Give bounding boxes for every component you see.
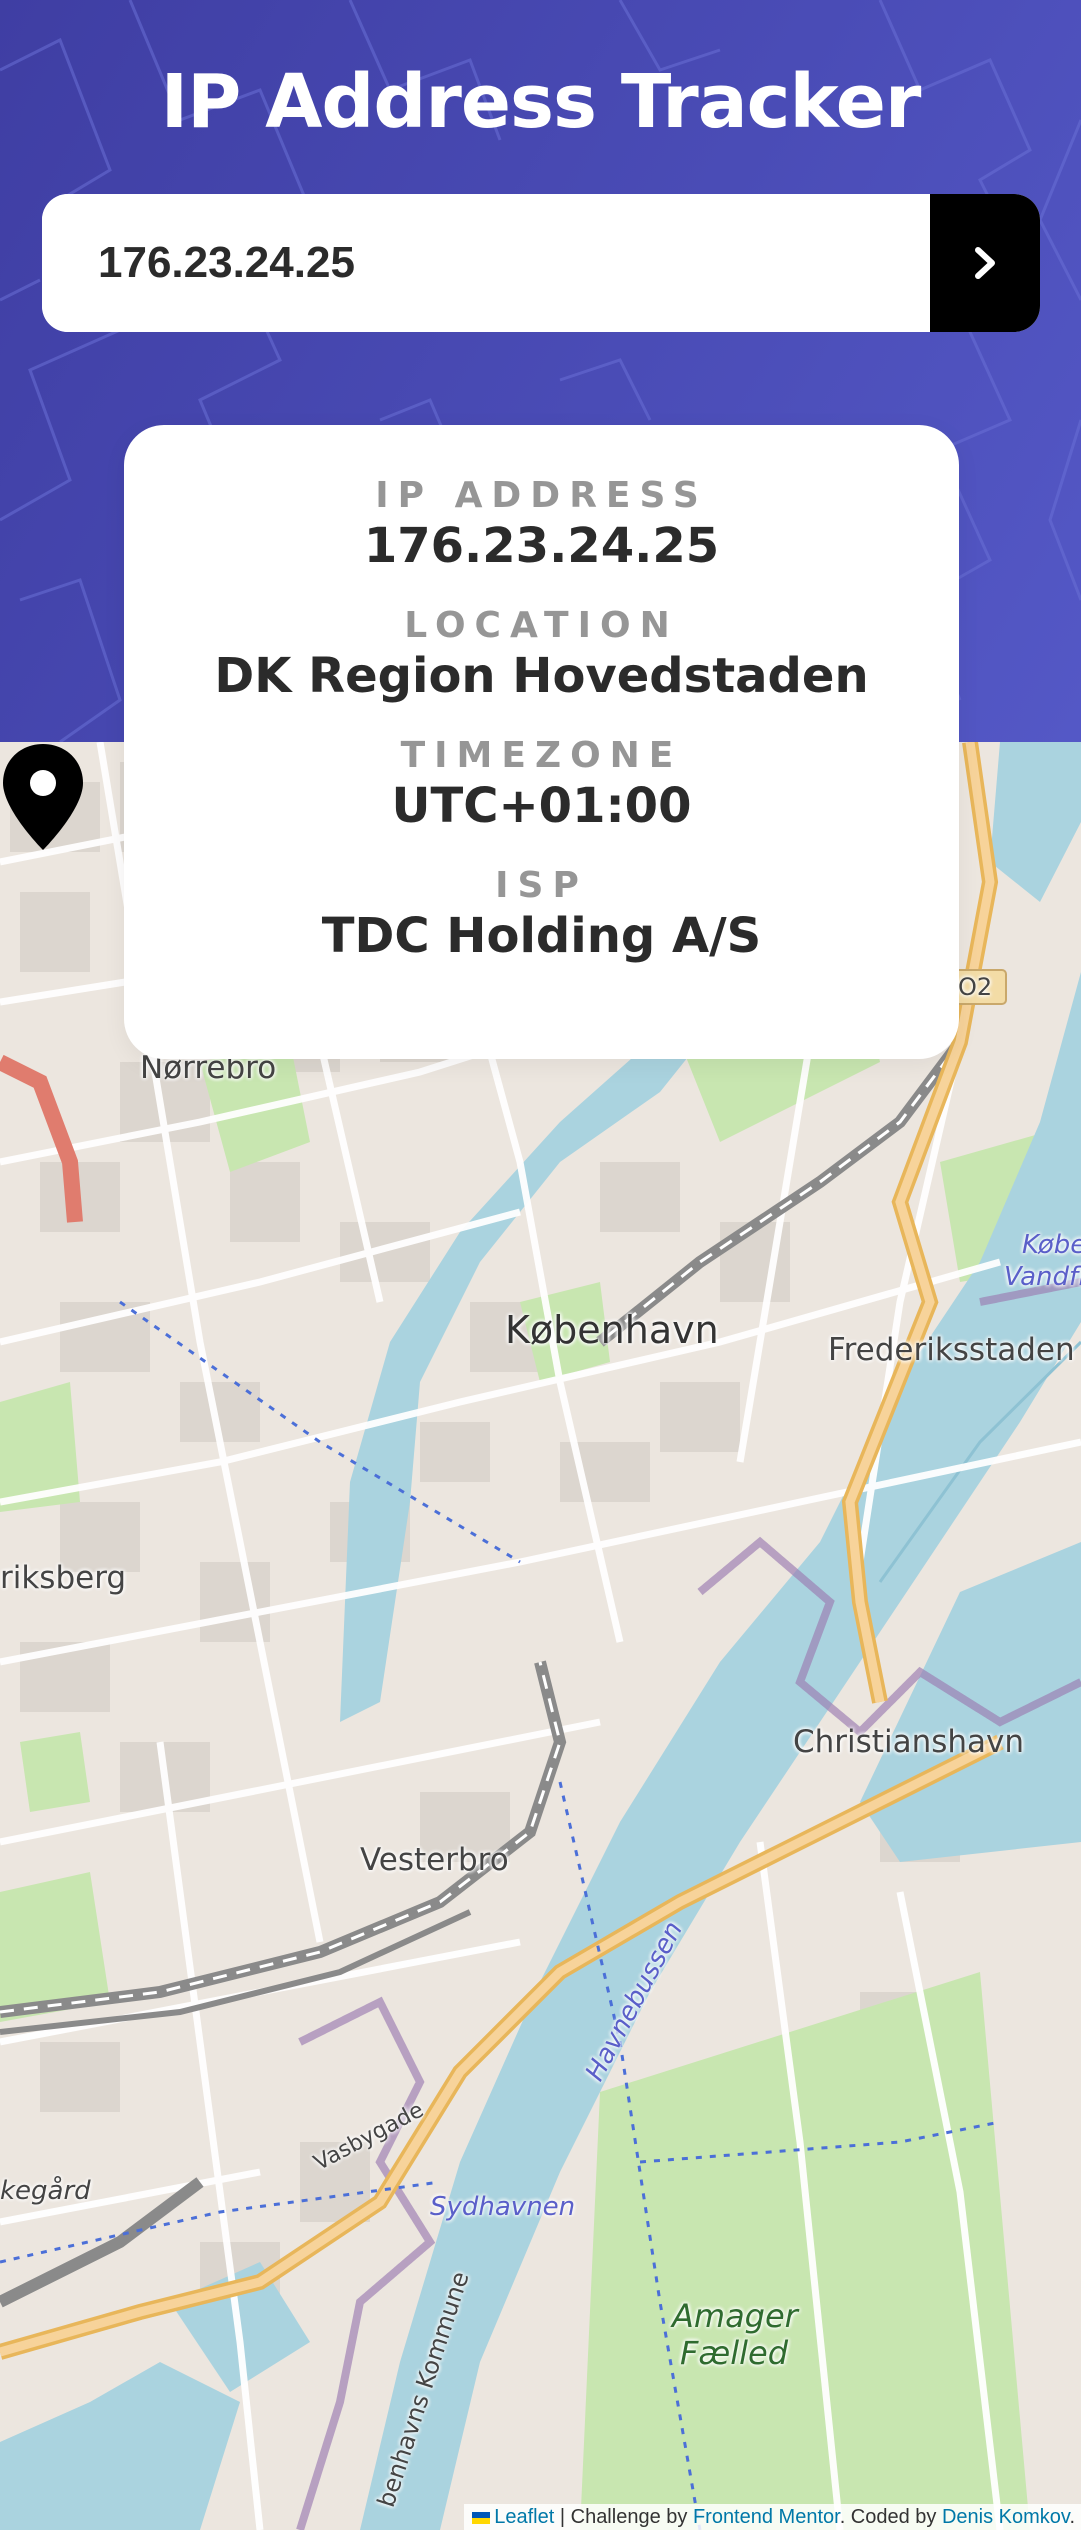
page-title: IP Address Tracker [160, 59, 922, 145]
attribution-end: . [1069, 2506, 1075, 2528]
submit-button[interactable] [930, 194, 1040, 332]
search-bar [42, 194, 1040, 332]
info-location: LOCATION DK Region Hovedstaden [124, 605, 959, 735]
location-label: LOCATION [404, 605, 679, 646]
info-ip-address: IP ADDRESS 176.23.24.25 [124, 475, 959, 605]
app: IP Address Tracker IP ADDRESS 176.23.24.… [0, 0, 1081, 2530]
map-label-kobe: Købe [1022, 1230, 1081, 1260]
ip-address-value: 176.23.24.25 [363, 518, 720, 574]
isp-label: ISP [495, 865, 588, 906]
map-road-badge-label: O2 [958, 973, 993, 1001]
location-value: DK Region Hovedstaden [214, 648, 869, 704]
map-label-kegaard: kegård [0, 2176, 91, 2206]
ip-address-label: IP ADDRESS [375, 475, 708, 516]
map-label-kobenhavn: København [505, 1308, 719, 1352]
isp-value: TDC Holding A/S [321, 908, 762, 964]
map-label-amager: Amager [672, 2297, 798, 2335]
map-label-frederiksberg: riksberg [0, 1560, 127, 1596]
map-label-vandfl: Vandfl [1004, 1262, 1081, 1292]
ip-search-input[interactable] [42, 194, 930, 332]
info-timezone: TIMEZONE UTC+01:00 [124, 735, 959, 865]
map-label-faelled: Fælled [680, 2334, 789, 2372]
map-label-christianshavn: Christianshavn [793, 1724, 1025, 1760]
map-label-frederiksstaden: Frederiksstaden [828, 1332, 1075, 1368]
frontend-mentor-link[interactable]: Frontend Mentor [693, 2506, 840, 2528]
attribution-separator: | Challenge by [554, 2506, 693, 2528]
info-isp: ISP TDC Holding A/S [124, 865, 959, 995]
author-link[interactable]: Denis Komkov [942, 2506, 1069, 2528]
info-card: IP ADDRESS 176.23.24.25 LOCATION DK Regi… [124, 425, 959, 1059]
map-label-vesterbro: Vesterbro [360, 1842, 509, 1878]
timezone-value: UTC+01:00 [391, 778, 692, 834]
timezone-label: TIMEZONE [400, 735, 683, 776]
chevron-right-icon [975, 247, 995, 279]
attribution-coded-by: . Coded by [839, 2506, 942, 2528]
ukraine-flag-icon [472, 2512, 491, 2524]
map-label-sydhavnen: Sydhavnen [430, 2192, 576, 2222]
leaflet-link[interactable]: Leaflet [494, 2506, 554, 2528]
location-pin-icon[interactable] [0, 742, 86, 852]
map-attribution: Leaflet | Challenge by Frontend Mentor. … [464, 2504, 1081, 2530]
